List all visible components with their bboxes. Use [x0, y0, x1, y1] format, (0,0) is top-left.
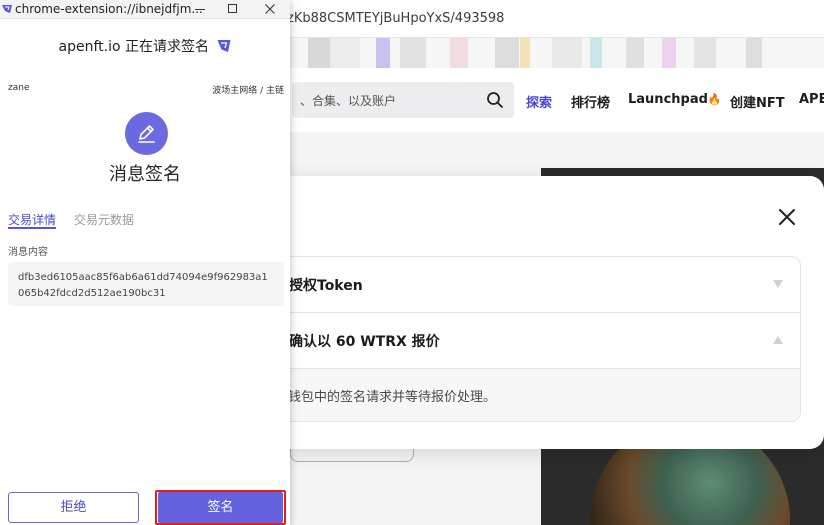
step-description: 钱包中的签名请求并等待报价处理。 — [288, 390, 497, 405]
minimize-button[interactable] — [182, 0, 218, 19]
reject-button[interactable]: 拒绝 — [8, 492, 139, 523]
nav-rankings[interactable]: 排行榜 — [571, 92, 610, 111]
tab-transaction-details[interactable]: 交易详情 — [8, 211, 56, 228]
nav-ape[interactable]: APE — [799, 92, 824, 107]
step-approve-label: 授权Token — [289, 278, 363, 294]
chevron-down-icon — [773, 280, 783, 288]
nav-launchpad-label: Launchpad — [628, 92, 708, 107]
site-search-placeholder: 、合集、以及账户 — [300, 94, 397, 108]
account-name: zane — [8, 83, 30, 93]
request-heading: apenft.io 正在请求签名 — [0, 36, 290, 56]
pen-icon — [138, 125, 155, 143]
nav-create-nft[interactable]: 创建NFT — [730, 92, 785, 111]
address-url: zKb88CSMTEYjBuHpoYxS/493598 — [287, 11, 505, 26]
step-confirm-offer[interactable]: 确认以 60 WTRX 报价 — [281, 313, 800, 369]
screen: zKb88CSMTEYjBuHpoYxS/493598 、合集、以及账户 探索 … — [0, 0, 824, 525]
step-confirm-label: 确认以 60 WTRX 报价 — [289, 334, 440, 350]
nav-explore[interactable]: 探索 — [526, 92, 552, 111]
wallet-logo-icon — [217, 40, 231, 52]
sign-badge — [125, 112, 168, 155]
wallet-popup: chrome-extension://ibnejdfjm... apenft.i… — [0, 0, 290, 525]
offer-modal: 授权Token 确认以 60 WTRX 报价 钱包中的签名请求并等待报价处理。 — [260, 176, 824, 449]
request-heading-text: apenft.io 正在请求签名 — [58, 39, 210, 55]
maximize-icon — [228, 4, 237, 13]
network-label: 波场主网络 / 主链 — [212, 86, 284, 96]
close-icon — [265, 4, 275, 14]
maximize-button[interactable] — [214, 0, 250, 19]
minimize-icon — [195, 9, 205, 10]
close-window-button[interactable] — [252, 0, 288, 19]
step-approve-token[interactable]: 授权Token — [281, 257, 800, 313]
window-title: chrome-extension://ibnejdfjm... — [15, 2, 203, 16]
tab-transaction-metadata[interactable]: 交易元数据 — [74, 211, 134, 228]
nav-launchpad[interactable]: Launchpad🔥 — [628, 92, 722, 107]
message-content: dfb3ed6105aac85f6ab6a61dd74094e9f962983a… — [8, 262, 284, 306]
pixelated-banner — [290, 38, 824, 68]
window-titlebar[interactable]: chrome-extension://ibnejdfjm... — [0, 0, 290, 19]
message-label: 消息内容 — [8, 247, 48, 258]
search-icon[interactable] — [486, 91, 504, 109]
sign-title: 消息签名 — [109, 164, 181, 185]
chevron-up-icon — [773, 336, 783, 344]
wallet-app-icon — [2, 5, 12, 13]
active-tab-indicator — [8, 227, 56, 229]
close-icon[interactable] — [776, 206, 798, 228]
site-search-box[interactable]: 、合集、以及账户 — [292, 82, 514, 118]
sign-button[interactable]: 签名 — [158, 492, 283, 523]
fire-icon: 🔥 — [707, 93, 722, 106]
